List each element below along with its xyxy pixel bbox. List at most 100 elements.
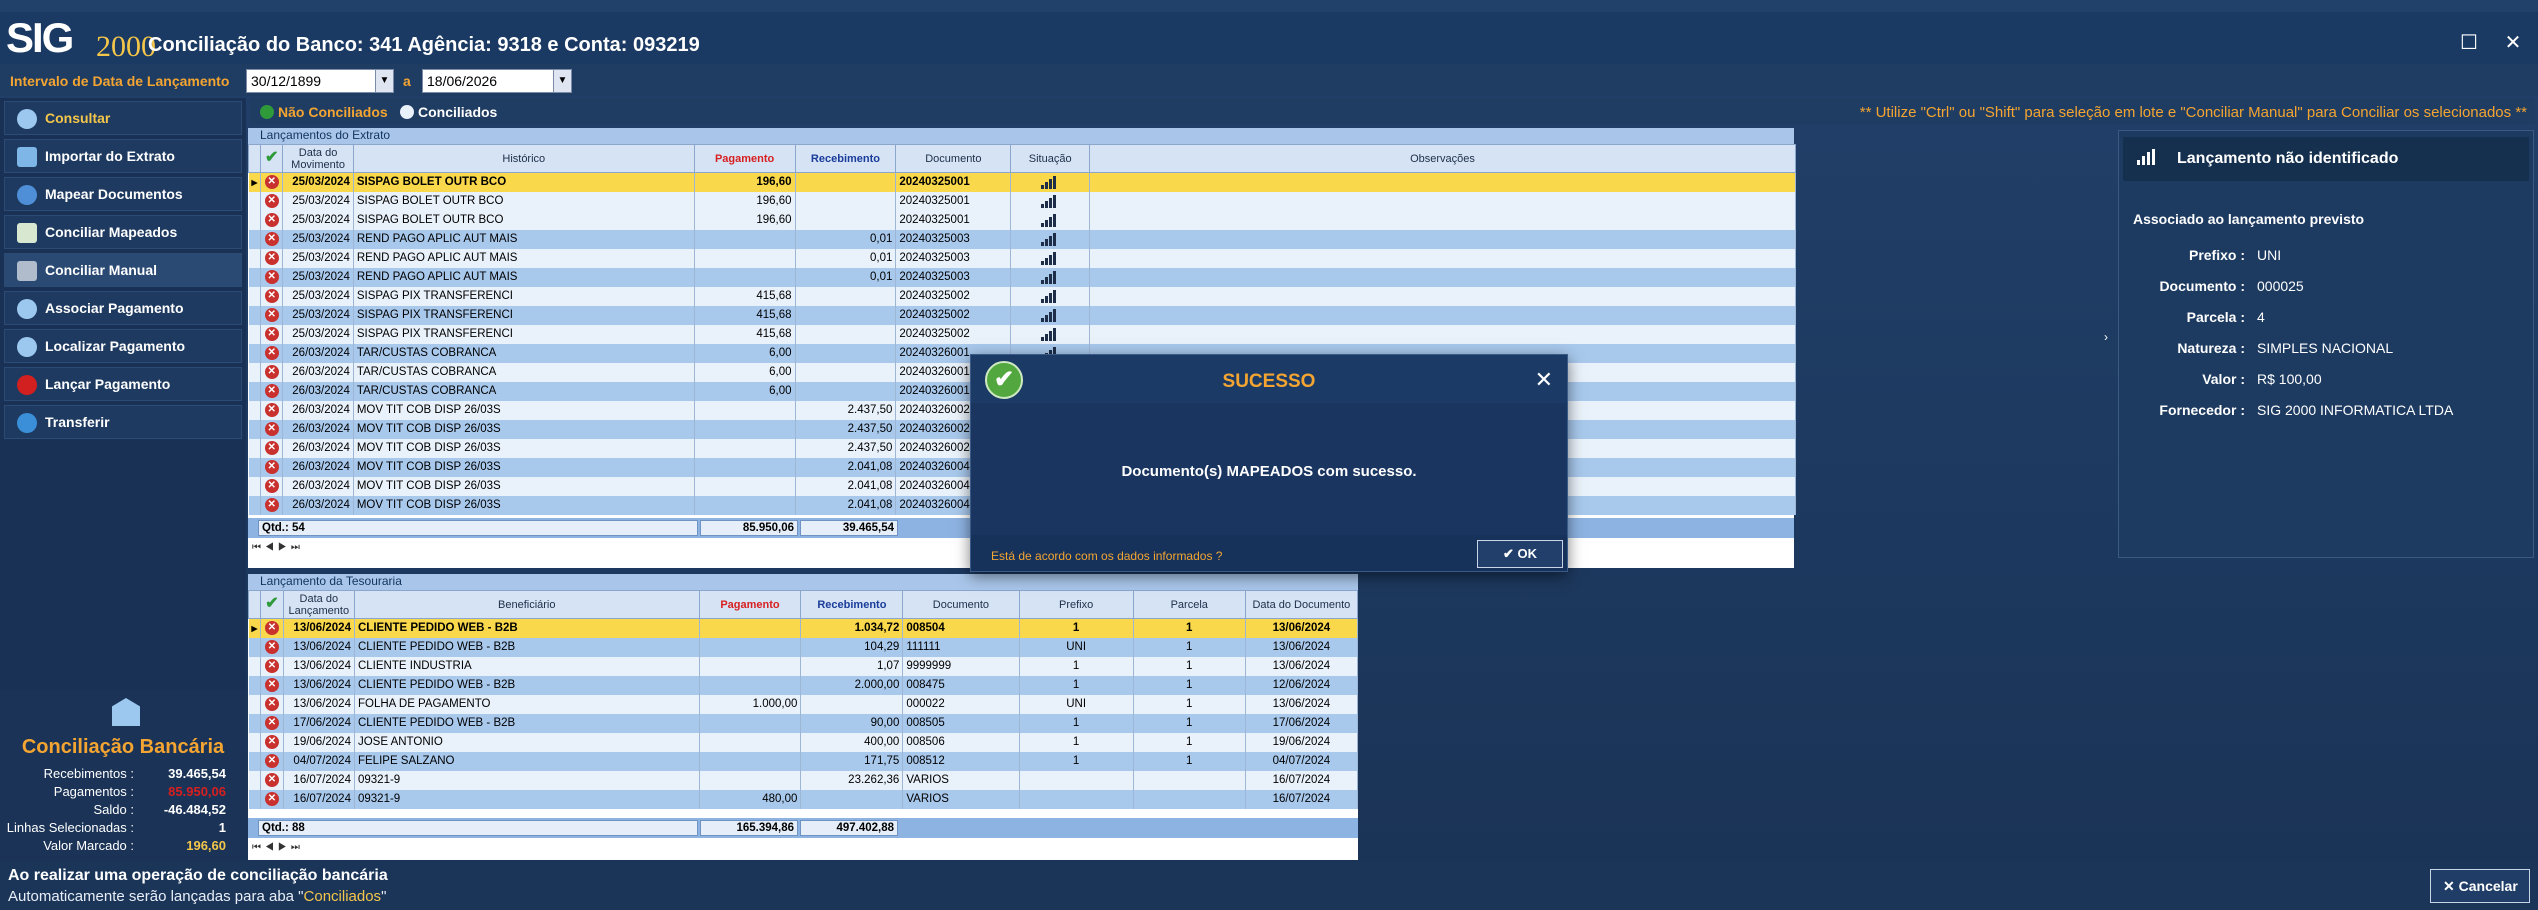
- cancel-button[interactable]: ✕ Cancelar: [2430, 869, 2530, 903]
- associar-pagamento-button[interactable]: Associar Pagamento: [4, 291, 242, 325]
- col-documento[interactable]: Documento: [902, 590, 1020, 619]
- x-circle-icon: ✕: [264, 621, 279, 636]
- table-row[interactable]: ✕ 13/06/2024 CLIENTE PEDIDO WEB - B2B 2.000…: [248, 675, 1359, 695]
- cell-beneficiario: CLIENTE PEDIDO WEB - B2B: [354, 675, 700, 695]
- cell-data-documento: 13/06/2024: [1245, 694, 1359, 714]
- cell-data-documento: 13/06/2024: [1245, 656, 1359, 676]
- tab-conciliados[interactable]: Conciliados: [400, 104, 497, 120]
- col-recebimento[interactable]: Recebimento: [794, 144, 897, 173]
- cell-pagamento: [699, 637, 802, 657]
- summary-value: 39.465,54: [168, 766, 226, 781]
- table-row[interactable]: ✕ 17/06/2024 CLIENTE PEDIDO WEB - B2B 90,00…: [248, 713, 1359, 733]
- col-data-lancamento[interactable]: Data do Lançamento: [282, 590, 355, 619]
- cell-pagamento: 1.000,00: [699, 694, 802, 714]
- cell-data-documento: 13/06/2024: [1245, 637, 1359, 657]
- green-dot-icon: [260, 105, 274, 119]
- x-circle-icon: ✕: [264, 384, 279, 398]
- localizar-pagamento-button[interactable]: Localizar Pagamento: [4, 329, 242, 363]
- cell-situacao: [1010, 324, 1090, 344]
- row-indicator: [248, 419, 262, 439]
- date-from-dropdown-icon[interactable]: ▼: [375, 70, 393, 92]
- col-parcela[interactable]: Parcela: [1132, 590, 1246, 619]
- col-documento[interactable]: Documento: [895, 144, 1012, 173]
- info-row: Natureza : SIMPLES NACIONAL: [2129, 340, 2529, 356]
- col-situacao[interactable]: Situação: [1010, 144, 1090, 173]
- cell-documento: 20240325001: [895, 191, 1012, 211]
- tab-nao-conciliados[interactable]: Não Conciliados: [260, 104, 388, 120]
- col-observacoes[interactable]: Observações: [1089, 144, 1796, 173]
- tesouraria-grid-title: Lançamento da Tesouraria: [248, 574, 1358, 590]
- col-prefixo[interactable]: Prefixo: [1018, 590, 1134, 619]
- select-all-checkbox[interactable]: ✔: [260, 144, 284, 173]
- dialog-close-icon[interactable]: ✕: [1535, 367, 1553, 393]
- table-row[interactable]: ✕ 16/07/2024 09321-9 480,00 VARIOS 16/07/2024: [248, 789, 1359, 809]
- check-icon: ✔: [1502, 546, 1518, 561]
- conciliar-manual-button[interactable]: Conciliar Manual: [4, 253, 242, 287]
- table-row[interactable]: ✕ 25/03/2024 SISPAG BOLET OUTR BCO 196,60 20…: [248, 191, 1796, 211]
- x-circle-icon: ✕: [264, 697, 279, 711]
- table-row[interactable]: ✕ 25/03/2024 SISPAG PIX TRANSFERENCI 415,68…: [248, 324, 1796, 344]
- lancar-pagamento-button[interactable]: Lançar Pagamento: [4, 367, 242, 401]
- col-pagamento[interactable]: Pagamento: [693, 144, 796, 173]
- date-to-dropdown-icon[interactable]: ▼: [553, 70, 571, 92]
- cell-pagamento: 415,68: [694, 324, 796, 344]
- transferir-button[interactable]: Transferir: [4, 405, 242, 439]
- table-row[interactable]: ▸ ✕ 13/06/2024 CLIENTE PEDIDO WEB - B2B 1.03…: [248, 618, 1359, 638]
- check-icon: ✔: [265, 595, 279, 612]
- cell-situacao: [1010, 305, 1090, 325]
- row-status-cell: ✕: [260, 495, 284, 515]
- cell-documento: 008504: [902, 618, 1020, 638]
- table-row[interactable]: ✕ 13/06/2024 CLIENTE INDUSTRIA 1,07 9999999 1…: [248, 656, 1359, 676]
- tesouraria-header-row: ✔ Data do Lançamento Beneficiário Pagame…: [247, 590, 1359, 619]
- table-row[interactable]: ✕ 19/06/2024 JOSE ANTONIO 400,00 008506 1 1 19/…: [248, 732, 1359, 752]
- col-data-documento[interactable]: Data do Documento: [1244, 590, 1359, 619]
- table-row[interactable]: ✕ 13/06/2024 CLIENTE PEDIDO WEB - B2B 104,2…: [248, 637, 1359, 657]
- cell-prefixo: [1019, 770, 1134, 790]
- maximize-icon[interactable]: ☐: [2454, 30, 2484, 55]
- info-panel-header: Lançamento não identificado: [2123, 137, 2529, 181]
- cell-data-documento: 04/07/2024: [1245, 751, 1359, 771]
- ok-button[interactable]: ✔ OK: [1477, 540, 1563, 568]
- table-row[interactable]: ✕ 25/03/2024 SISPAG BOLET OUTR BCO 196,60 20…: [248, 210, 1796, 230]
- x-circle-icon: ✕: [264, 792, 279, 806]
- mapear-documentos-button[interactable]: Mapear Documentos: [4, 177, 242, 211]
- importar-extrato-button[interactable]: Importar do Extrato: [4, 139, 242, 173]
- tesouraria-nav[interactable]: ⏮◀▶⏭: [248, 842, 448, 858]
- col-recebimento[interactable]: Recebimento: [800, 590, 904, 619]
- import-icon: [17, 147, 37, 167]
- table-row[interactable]: ✕ 25/03/2024 REND PAGO APLIC AUT MAIS 0,01 2…: [248, 229, 1796, 249]
- conciliar-mapeados-button[interactable]: Conciliar Mapeados: [4, 215, 242, 249]
- x-circle-icon: ✕: [264, 479, 279, 493]
- table-row[interactable]: ✕ 16/07/2024 09321-9 23.262,36 VARIOS 16/07/2…: [248, 770, 1359, 790]
- col-historico[interactable]: Histórico: [352, 144, 695, 173]
- info-value: UNI: [2257, 247, 2282, 263]
- select-all-checkbox[interactable]: ✔: [260, 590, 284, 619]
- row-indicator: [248, 248, 262, 268]
- cell-date: 26/03/2024: [282, 419, 354, 439]
- extrato-nav[interactable]: ⏮◀▶⏭: [248, 542, 448, 558]
- table-row[interactable]: ✕ 25/03/2024 SISPAG PIX TRANSFERENCI 415,68…: [248, 286, 1796, 306]
- table-row[interactable]: ✕ 25/03/2024 REND PAGO APLIC AUT MAIS 0,01 2…: [248, 267, 1796, 287]
- date-from-input[interactable]: 30/12/1899 ▼: [246, 69, 394, 93]
- date-to-input[interactable]: 18/06/2026 ▼: [422, 69, 572, 93]
- close-window-icon[interactable]: ✕: [2498, 30, 2528, 55]
- cell-documento: 20240325001: [895, 210, 1012, 230]
- x-circle-icon: ✕: [264, 678, 279, 692]
- consultar-button[interactable]: Consultar: [4, 101, 242, 135]
- table-row[interactable]: ✕ 04/07/2024 FELIPE SALZANO 171,75 008512 1 1 0…: [248, 751, 1359, 771]
- info-label: Prefixo :: [2188, 247, 2245, 263]
- cell-recebimento: 0,01: [795, 248, 897, 268]
- table-row[interactable]: ✕ 25/03/2024 SISPAG PIX TRANSFERENCI 415,68…: [248, 305, 1796, 325]
- table-row[interactable]: ✕ 25/03/2024 REND PAGO APLIC AUT MAIS 0,01 2…: [248, 248, 1796, 268]
- col-data-movimento[interactable]: Data do Movimento: [282, 144, 354, 173]
- info-label: Valor :: [2202, 371, 2245, 387]
- cell-historico: SISPAG BOLET OUTR BCO: [353, 210, 695, 230]
- col-pagamento[interactable]: Pagamento: [698, 590, 802, 619]
- row-status-cell: ✕: [260, 732, 284, 752]
- col-beneficiario[interactable]: Beneficiário: [353, 590, 700, 619]
- cell-observacoes: [1089, 267, 1796, 287]
- app-logo: SIG: [6, 14, 74, 61]
- table-row[interactable]: ▸ ✕ 25/03/2024 SISPAG BOLET OUTR BCO 196,60 2…: [248, 172, 1796, 192]
- table-row[interactable]: ✕ 13/06/2024 FOLHA DE PAGAMENTO 1.000,00 000…: [248, 694, 1359, 714]
- panel-toggle-icon[interactable]: ›: [2104, 330, 2116, 360]
